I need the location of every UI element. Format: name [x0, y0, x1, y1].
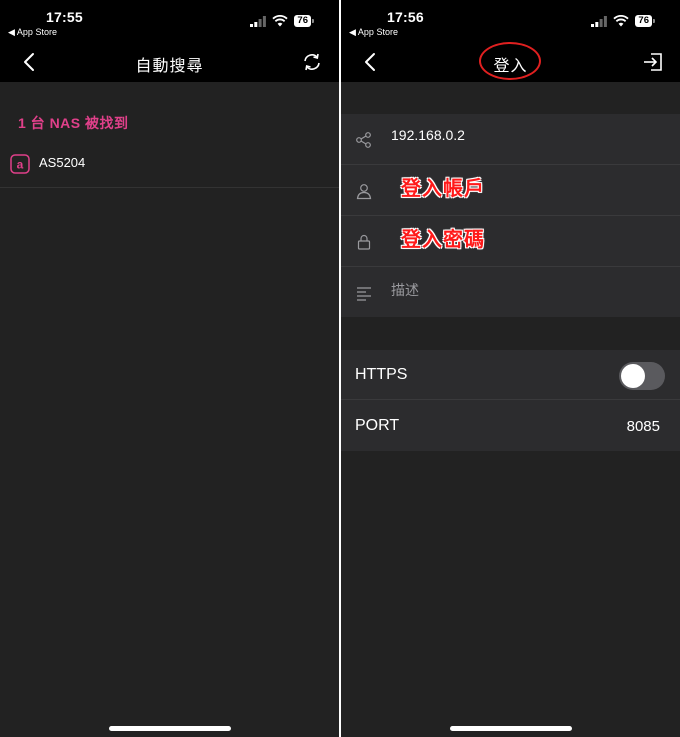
refresh-icon[interactable] — [301, 51, 323, 73]
back-to-app-store[interactable]: ◀ App Store — [349, 27, 398, 38]
device-name: AS5204 — [39, 155, 86, 170]
https-label: HTTPS — [355, 366, 408, 383]
status-bar: 17:56 ◀ App Store 76 — [341, 0, 680, 42]
description-field[interactable]: 描述 — [341, 267, 680, 318]
user-icon — [356, 184, 372, 200]
nas-found-count: 1 台 NAS 被找到 — [18, 115, 129, 131]
asustor-icon: a — [10, 154, 30, 174]
status-time: 17:55 — [46, 9, 83, 25]
status-icons: 76 — [591, 14, 655, 28]
toggle-knob — [621, 364, 645, 388]
battery-indicator: 76 — [635, 15, 655, 27]
account-field[interactable]: 登入帳戶 — [341, 165, 680, 216]
ip-address-field[interactable]: 192.168.0.2 — [341, 114, 680, 165]
port-label: PORT — [355, 417, 400, 434]
lines-icon — [357, 287, 371, 301]
port-row[interactable]: PORT 8085 — [341, 401, 680, 451]
wifi-icon — [272, 15, 289, 27]
nav-bar: 自動搜尋 — [0, 42, 339, 82]
page-title: 自動搜尋 — [135, 58, 204, 75]
home-indicator[interactable] — [108, 726, 231, 731]
login-form: 192.168.0.2 登入帳戶 登入密碼 描述 — [341, 114, 680, 317]
highlight-circle — [479, 42, 541, 80]
device-list-item[interactable]: a AS5204 — [0, 146, 339, 188]
https-row: HTTPS — [341, 350, 680, 400]
back-to-app-store[interactable]: ◀ App Store — [8, 27, 57, 38]
login-icon[interactable] — [642, 51, 664, 73]
battery-indicator: 76 — [294, 15, 314, 27]
status-icons: 76 — [250, 14, 314, 28]
port-value[interactable]: 8085 — [627, 418, 660, 435]
status-bar: 17:55 ◀ App Store 76 — [0, 0, 339, 42]
password-field[interactable]: 登入密碼 — [341, 216, 680, 267]
description-placeholder: 描述 — [391, 282, 419, 298]
signal-icon — [250, 15, 267, 27]
svg-text:a: a — [17, 158, 24, 172]
left-screen: 17:55 ◀ App Store 76 自動搜尋 1 台 NAS 被找到 a … — [0, 0, 339, 737]
ip-address-value: 192.168.0.2 — [391, 127, 465, 143]
signal-icon — [591, 15, 608, 27]
https-toggle[interactable] — [619, 362, 665, 390]
connection-options: HTTPS PORT 8085 — [341, 350, 680, 451]
password-annotation: 登入密碼 — [401, 229, 485, 251]
share-icon — [356, 132, 371, 148]
wifi-icon — [613, 15, 630, 27]
account-annotation: 登入帳戶 — [401, 178, 485, 200]
right-screen: 17:56 ◀ App Store 76 登入 192.168.0.2 登入帳戶… — [341, 0, 680, 737]
lock-icon — [357, 234, 371, 250]
status-time: 17:56 — [387, 9, 424, 25]
home-indicator[interactable] — [449, 726, 572, 731]
